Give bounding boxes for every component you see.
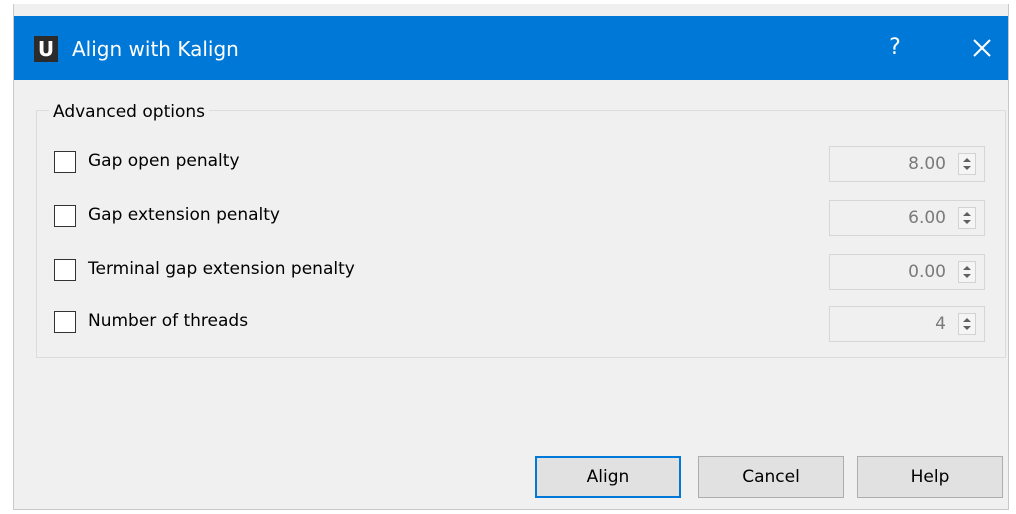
gap-open-penalty-label[interactable]: Gap open penalty <box>88 151 240 171</box>
gap-open-penalty-row: Gap open penalty 8.00 <box>54 146 994 182</box>
app-icon: U <box>34 36 58 62</box>
title-bar: U Align with Kalign ? <box>14 16 1008 80</box>
align-button[interactable]: Align <box>535 456 681 498</box>
gap-extension-penalty-row: Gap extension penalty 6.00 <box>54 200 994 236</box>
terminal-gap-extension-penalty-checkbox[interactable] <box>54 259 76 281</box>
spin-arrows-icon[interactable] <box>958 261 976 283</box>
gap-extension-penalty-value: 6.00 <box>908 208 946 228</box>
context-help-button[interactable]: ? <box>880 32 910 64</box>
number-of-threads-checkbox[interactable] <box>54 311 76 333</box>
number-of-threads-value: 4 <box>935 314 946 334</box>
cancel-button[interactable]: Cancel <box>698 456 844 498</box>
gap-open-penalty-checkbox[interactable] <box>54 151 76 173</box>
number-of-threads-spinbox[interactable]: 4 <box>829 306 985 342</box>
spin-arrows-icon[interactable] <box>958 313 976 335</box>
gap-extension-penalty-checkbox[interactable] <box>54 205 76 227</box>
close-button[interactable] <box>964 32 1000 64</box>
help-button[interactable]: Help <box>857 456 1003 498</box>
dialog-title: Align with Kalign <box>72 37 239 61</box>
gap-open-penalty-spinbox[interactable]: 8.00 <box>829 146 985 182</box>
align-with-kalign-dialog: U Align with Kalign ? Advanced options G… <box>13 4 1009 510</box>
number-of-threads-row: Number of threads 4 <box>54 306 994 342</box>
gap-open-penalty-value: 8.00 <box>908 154 946 174</box>
spin-arrows-icon[interactable] <box>958 207 976 229</box>
close-icon <box>973 39 991 57</box>
gap-extension-penalty-label[interactable]: Gap extension penalty <box>88 205 280 225</box>
terminal-gap-extension-penalty-spinbox[interactable]: 0.00 <box>829 254 985 290</box>
number-of-threads-label[interactable]: Number of threads <box>88 311 248 331</box>
terminal-gap-extension-penalty-row: Terminal gap extension penalty 0.00 <box>54 254 994 290</box>
gap-extension-penalty-spinbox[interactable]: 6.00 <box>829 200 985 236</box>
advanced-options-title: Advanced options <box>49 102 209 122</box>
spin-arrows-icon[interactable] <box>958 153 976 175</box>
terminal-gap-extension-penalty-label[interactable]: Terminal gap extension penalty <box>88 259 355 279</box>
terminal-gap-extension-penalty-value: 0.00 <box>908 262 946 282</box>
